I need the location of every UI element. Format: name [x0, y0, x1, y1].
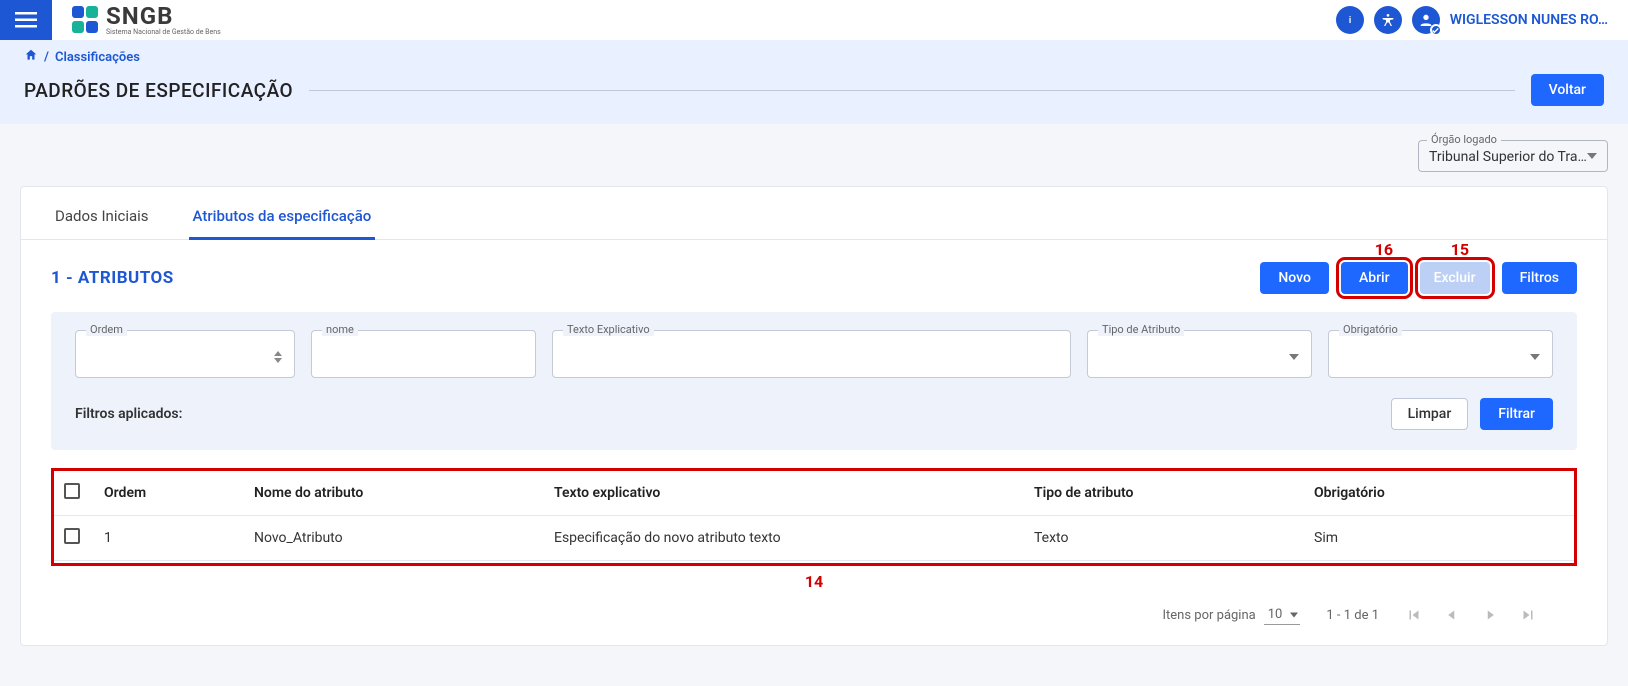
- logo-subtitle: Sistema Nacional de Gestão de Bens: [106, 28, 221, 36]
- ordem-input[interactable]: [88, 349, 274, 365]
- annotation-15: 15: [1451, 240, 1469, 259]
- tipo-input[interactable]: [1100, 349, 1289, 365]
- hamburger-icon: [15, 12, 37, 28]
- svg-text:i: i: [1349, 16, 1351, 26]
- orgao-select[interactable]: Órgão logado Tribunal Superior do Tra…: [1418, 140, 1608, 172]
- subheader: / Classificações PADRÕES DE ESPECIFICAÇÃ…: [0, 40, 1628, 124]
- ordem-field[interactable]: Ordem: [75, 330, 295, 378]
- table-highlight-box: Ordem Nome do atributo Texto explicativo…: [51, 468, 1577, 566]
- th-nome[interactable]: Nome do atributo: [244, 471, 544, 516]
- filtros-button[interactable]: Filtros: [1502, 262, 1577, 294]
- limpar-button[interactable]: Limpar: [1391, 398, 1469, 430]
- info-icon[interactable]: i: [1336, 6, 1364, 34]
- body-area: Órgão logado Tribunal Superior do Tra… D…: [0, 124, 1628, 686]
- annotation-16: 16: [1375, 240, 1393, 259]
- tipo-field[interactable]: Tipo de Atributo: [1087, 330, 1312, 378]
- cell-texto: Especificação do novo atributo texto: [544, 516, 1024, 561]
- app-logo: SNGB Sistema Nacional de Gestão de Bens: [72, 4, 221, 36]
- breadcrumb: / Classificações: [24, 48, 1604, 66]
- table-row[interactable]: 1 Novo_Atributo Especificação do novo at…: [54, 516, 1574, 561]
- select-all-checkbox[interactable]: [64, 483, 80, 499]
- breadcrumb-item[interactable]: Classificações: [55, 50, 140, 65]
- back-button[interactable]: Voltar: [1531, 74, 1604, 106]
- prev-page-icon[interactable]: [1443, 606, 1461, 624]
- next-page-icon[interactable]: [1481, 606, 1499, 624]
- chevron-down-icon: [1530, 354, 1540, 360]
- attributes-table: Ordem Nome do atributo Texto explicativo…: [54, 471, 1574, 561]
- accessibility-icon[interactable]: [1374, 6, 1402, 34]
- tipo-label: Tipo de Atributo: [1098, 323, 1184, 336]
- ordem-label: Ordem: [86, 323, 127, 336]
- texto-label: Texto Explicativo: [563, 323, 654, 336]
- novo-button[interactable]: Novo: [1260, 262, 1329, 294]
- title-divider: [309, 90, 1514, 91]
- nome-input[interactable]: [324, 349, 523, 365]
- filter-panel: Ordem nome Texto Explicativo Tipo de Atr…: [51, 312, 1577, 450]
- page-title: PADRÕES DE ESPECIFICAÇÃO: [24, 79, 293, 102]
- nome-label: nome: [322, 323, 358, 336]
- cell-tipo: Texto: [1024, 516, 1304, 561]
- cell-obrig: Sim: [1304, 516, 1574, 561]
- filtrar-button[interactable]: Filtrar: [1480, 398, 1553, 430]
- page-range: 1 - 1 de 1: [1326, 608, 1379, 623]
- tab-dados-iniciais[interactable]: Dados Iniciais: [51, 187, 153, 239]
- breadcrumb-separator: /: [44, 50, 49, 65]
- annotation-14: 14: [51, 572, 1577, 591]
- obrigatorio-field[interactable]: Obrigatório: [1328, 330, 1553, 378]
- tabs: Dados Iniciais Atributos da especificaçã…: [21, 187, 1607, 240]
- excluir-button[interactable]: Excluir: [1420, 262, 1490, 294]
- abrir-button[interactable]: Abrir: [1341, 262, 1408, 294]
- items-per-page-label: Itens por página: [1163, 608, 1256, 623]
- home-icon[interactable]: [24, 48, 38, 66]
- username[interactable]: WIGLESSON NUNES RO…: [1450, 12, 1608, 28]
- texto-input[interactable]: [565, 349, 1058, 365]
- row-checkbox[interactable]: [64, 528, 80, 544]
- logo-mark-icon: [72, 6, 100, 34]
- orgao-label: Órgão logado: [1427, 133, 1501, 146]
- topbar-actions: i WIGLESSON NUNES RO…: [1336, 6, 1628, 34]
- th-texto[interactable]: Texto explicativo: [544, 471, 1024, 516]
- first-page-icon[interactable]: [1405, 606, 1423, 624]
- user-avatar-icon[interactable]: [1412, 6, 1440, 34]
- cell-ordem: 1: [94, 516, 244, 561]
- th-tipo[interactable]: Tipo de atributo: [1024, 471, 1304, 516]
- menu-button[interactable]: [0, 0, 52, 40]
- obrigatorio-label: Obrigatório: [1339, 323, 1402, 336]
- texto-field[interactable]: Texto Explicativo: [552, 330, 1071, 378]
- th-obrig[interactable]: Obrigatório: [1304, 471, 1574, 516]
- action-buttons: 16 15 Novo Abrir Excluir Filtros: [1260, 262, 1577, 294]
- cell-nome: Novo_Atributo: [244, 516, 544, 561]
- logo-text: SNGB: [106, 4, 221, 28]
- table-wrap: Ordem Nome do atributo Texto explicativo…: [51, 468, 1577, 625]
- filters-applied-label: Filtros aplicados:: [75, 406, 182, 422]
- obrigatorio-input[interactable]: [1341, 349, 1530, 365]
- top-bar: SNGB Sistema Nacional de Gestão de Bens …: [0, 0, 1628, 40]
- tab-atributos[interactable]: Atributos da especificação: [189, 187, 376, 239]
- page-size-select[interactable]: 10: [1264, 605, 1301, 625]
- orgao-value: Tribunal Superior do Tra…: [1429, 149, 1597, 165]
- main-card: Dados Iniciais Atributos da especificaçã…: [20, 186, 1608, 646]
- last-page-icon[interactable]: [1519, 606, 1537, 624]
- chevron-down-icon: [1289, 354, 1299, 360]
- section-title: 1 - ATRIBUTOS: [51, 268, 174, 288]
- pagination: Itens por página 10 1 - 1 de 1: [51, 591, 1577, 625]
- th-ordem[interactable]: Ordem: [94, 471, 244, 516]
- stepper-icon[interactable]: [274, 351, 282, 363]
- nome-field[interactable]: nome: [311, 330, 536, 378]
